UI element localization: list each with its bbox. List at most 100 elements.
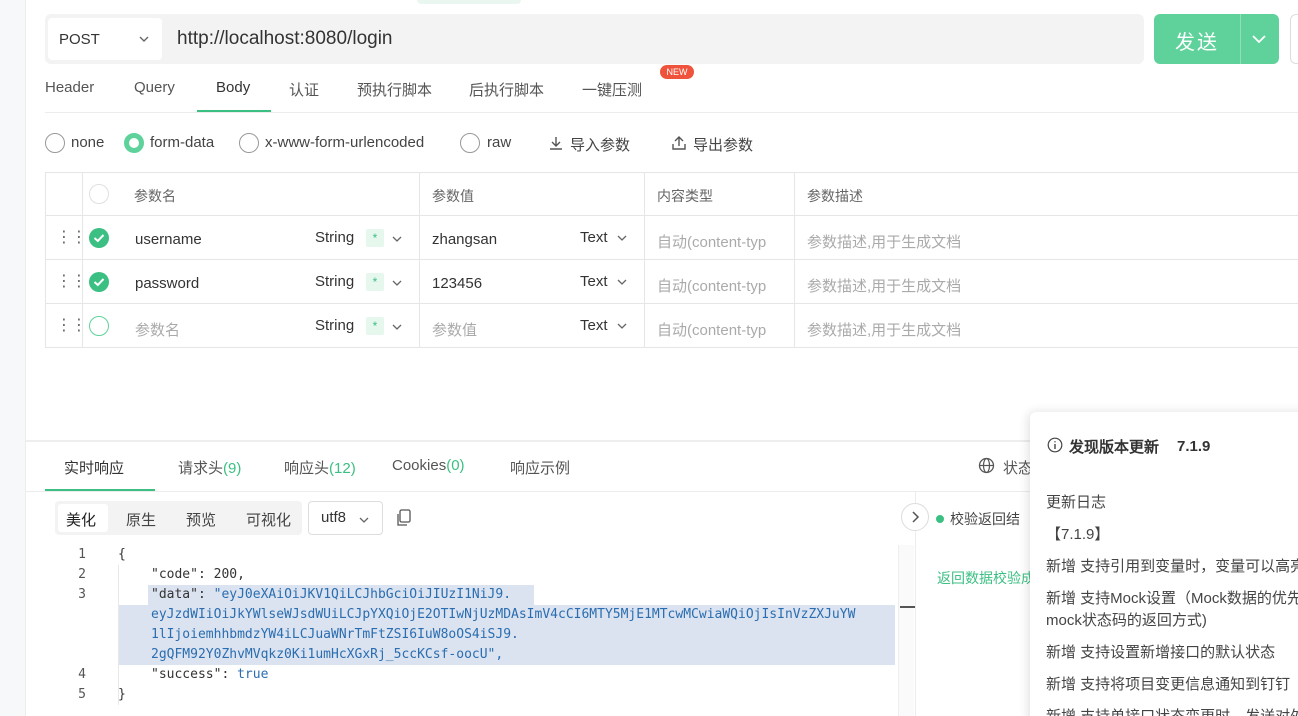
- changelog-label: 更新日志: [1046, 494, 1107, 511]
- content-type-input[interactable]: 自动(content-typ: [657, 275, 766, 296]
- new-badge: NEW: [660, 65, 694, 79]
- value-type[interactable]: Text: [580, 229, 608, 246]
- row-checkbox[interactable]: [89, 228, 109, 248]
- view-raw[interactable]: 原生: [126, 509, 156, 530]
- validate-response-toggle[interactable]: 校验返回结: [936, 509, 1020, 529]
- drag-handle-icon[interactable]: ⋮⋮: [56, 315, 87, 335]
- code-wrap-line: 2gQFM92Y0ZhvMVqkz0Ki1umHcXGxRj_5ccKCsf-o…: [151, 647, 504, 662]
- copy-icon[interactable]: [396, 509, 412, 531]
- content-type-input[interactable]: 自动(content-typ: [657, 319, 766, 340]
- active-tab-indicator: [197, 110, 271, 112]
- param-type[interactable]: String: [315, 229, 354, 246]
- code-line: "code": 200,: [151, 567, 245, 582]
- radio-raw[interactable]: [460, 133, 480, 153]
- value-type[interactable]: Text: [580, 273, 608, 290]
- tabs-divider: [45, 112, 1298, 113]
- tab-body[interactable]: Body: [216, 79, 250, 96]
- collapse-panel-button[interactable]: [901, 503, 929, 531]
- drag-handle-icon[interactable]: ⋮⋮: [56, 227, 87, 247]
- tab-response-headers-label: 响应头: [284, 460, 330, 477]
- value-type[interactable]: Text: [580, 317, 608, 334]
- validate-result: 返回数据校验成: [937, 570, 1035, 586]
- json-value: 200,: [213, 567, 245, 582]
- param-type[interactable]: String: [315, 273, 354, 290]
- chevron-down-icon[interactable]: [391, 276, 403, 293]
- tab-header[interactable]: Header: [45, 79, 94, 96]
- panel-splitter[interactable]: [26, 440, 1030, 442]
- required-toggle[interactable]: *: [366, 317, 384, 335]
- description-input[interactable]: 参数描述,用于生成文档: [807, 319, 961, 340]
- tab-realtime-response[interactable]: 实时响应: [64, 457, 124, 478]
- changelog-item: 新增 支持设置新增接口的默认状态: [1046, 644, 1276, 661]
- scroll-marker: [900, 606, 915, 608]
- radio-none-label: none: [71, 134, 105, 151]
- more-button[interactable]: [1290, 14, 1298, 64]
- param-name[interactable]: username: [135, 231, 202, 248]
- tab-query[interactable]: Query: [134, 79, 175, 96]
- code-scrollbar[interactable]: [898, 545, 914, 716]
- changelog-version-tag: 【7.1.9】: [1046, 526, 1110, 543]
- line-number: 2: [78, 567, 86, 582]
- response-tabs-divider: [26, 491, 1030, 492]
- changelog-item: 新增 支持将项目变更信息通知到钉钉: [1046, 676, 1291, 693]
- tab-response-headers[interactable]: 响应头(12): [284, 457, 356, 478]
- tab-request-headers[interactable]: 请求头(9): [178, 457, 241, 478]
- tab-stress-test[interactable]: 一键压测: [582, 79, 642, 100]
- radio-form-data[interactable]: [124, 133, 144, 153]
- code-line: "data": "eyJ0eXAiOiJKV1QiLCJhbGciOiJIUzI…: [151, 587, 512, 602]
- top-tab-remnant: [417, 0, 521, 4]
- col-header-value: 参数值: [432, 188, 474, 204]
- import-params-label: 导入参数: [570, 137, 631, 154]
- view-pretty[interactable]: 美化: [66, 509, 96, 530]
- update-title: 发现版本更新: [1069, 439, 1160, 456]
- param-name[interactable]: password: [135, 275, 199, 292]
- param-value[interactable]: 123456: [432, 275, 482, 292]
- table-row-divider: [45, 303, 1298, 304]
- content-type-input[interactable]: 自动(content-typ: [657, 231, 766, 252]
- chevron-down-icon[interactable]: [391, 232, 403, 249]
- required-toggle[interactable]: *: [366, 229, 384, 247]
- method-value: POST: [59, 30, 100, 48]
- import-params-button[interactable]: 导入参数: [548, 134, 630, 155]
- select-all-checkbox[interactable]: [89, 184, 109, 204]
- row-checkbox[interactable]: [89, 316, 109, 336]
- radio-form-data-label: form-data: [150, 134, 215, 151]
- radio-none[interactable]: [45, 133, 65, 153]
- chevron-down-icon[interactable]: [616, 275, 628, 292]
- param-type[interactable]: String: [315, 317, 354, 334]
- param-value-input[interactable]: 参数值: [432, 319, 477, 340]
- send-divider: [1240, 14, 1241, 64]
- method-select[interactable]: POST: [48, 18, 162, 60]
- json-key: "data": [151, 587, 198, 602]
- globe-icon: [978, 457, 995, 478]
- description-input[interactable]: 参数描述,用于生成文档: [807, 275, 961, 296]
- chevron-down-icon[interactable]: [391, 320, 403, 337]
- url-input[interactable]: http://localhost:8080/login: [177, 28, 393, 50]
- send-button-label: 发送: [1175, 32, 1219, 54]
- tab-cookies[interactable]: Cookies(0): [392, 457, 465, 474]
- drag-handle-icon[interactable]: ⋮⋮: [56, 271, 87, 291]
- radio-urlencoded[interactable]: [239, 133, 259, 153]
- changelog-item: 新增 支持Mock设置（Mock数据的优先: [1046, 590, 1298, 607]
- table-col-divider: [419, 172, 420, 348]
- description-input[interactable]: 参数描述,用于生成文档: [807, 231, 961, 252]
- tab-pre-script[interactable]: 预执行脚本: [357, 79, 432, 100]
- tab-cookies-label: Cookies: [392, 457, 447, 474]
- chevron-down-icon[interactable]: [1251, 32, 1267, 50]
- encoding-select[interactable]: utf8: [308, 501, 383, 535]
- status-indicator[interactable]: 状态: [978, 457, 1033, 478]
- param-name-input[interactable]: 参数名: [135, 319, 180, 340]
- chevron-down-icon[interactable]: [616, 231, 628, 248]
- row-checkbox[interactable]: [89, 272, 109, 292]
- active-response-tab-indicator: [45, 489, 155, 491]
- tab-response-example[interactable]: 响应示例: [510, 457, 570, 478]
- view-visual[interactable]: 可视化: [246, 509, 291, 530]
- table-row-divider: [45, 215, 1298, 216]
- view-preview[interactable]: 预览: [186, 509, 216, 530]
- export-params-button[interactable]: 导出参数: [671, 134, 753, 155]
- required-toggle[interactable]: *: [366, 273, 384, 291]
- param-value[interactable]: zhangsan: [432, 231, 497, 248]
- tab-post-script[interactable]: 后执行脚本: [469, 79, 544, 100]
- chevron-down-icon[interactable]: [616, 319, 628, 336]
- tab-auth[interactable]: 认证: [289, 79, 319, 100]
